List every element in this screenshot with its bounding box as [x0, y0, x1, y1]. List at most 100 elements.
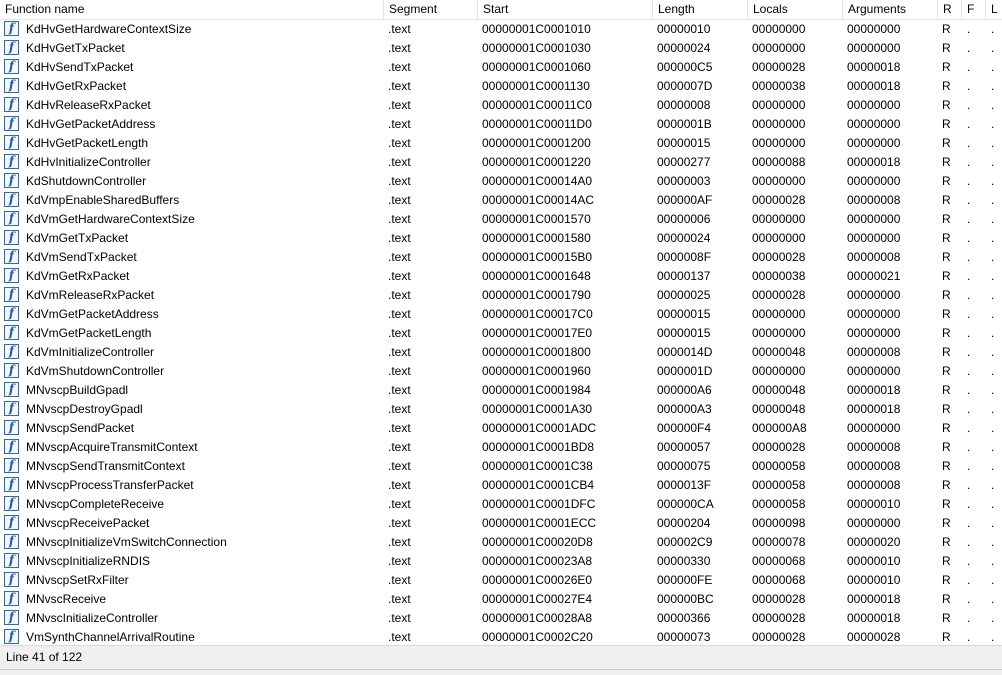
table-row[interactable]: f KdHvGetHardwareContextSize .text 00000001…	[0, 20, 1002, 39]
l-cell: .	[991, 22, 995, 36]
table-row[interactable]: f MNvscpSetRxFilter .text 00000001C00026E0 0…	[0, 571, 1002, 590]
function-list[interactable]: f KdHvGetHardwareContextSize .text 00000001…	[0, 20, 1002, 644]
table-row[interactable]: f KdVmpEnableSharedBuffers .text 00000001C0…	[0, 191, 1002, 210]
table-row[interactable]: f MNvscpSendPacket .text 00000001C0001ADC 00…	[0, 419, 1002, 438]
function-name-cell: MNvscpSendTransmitContext	[26, 459, 185, 473]
segment-cell: .text	[388, 345, 411, 359]
table-row[interactable]: f KdHvInitializeController .text 00000001C0…	[0, 153, 1002, 172]
start-cell: 00000001C0001C38	[482, 459, 593, 473]
arguments-cell: 00000008	[847, 440, 901, 454]
table-row[interactable]: f KdVmGetPacketAddress .text 00000001C00017…	[0, 305, 1002, 324]
r-cell: R	[942, 326, 951, 340]
header-r[interactable]: R	[938, 0, 962, 19]
table-row[interactable]: f MNvscpAcquireTransmitContext .text 000000…	[0, 438, 1002, 457]
table-row[interactable]: f MNvscpProcessTransferPacket .text 0000000…	[0, 476, 1002, 495]
f-cell: .	[967, 630, 971, 644]
table-row[interactable]: f KdVmGetTxPacket .text 00000001C0001580 000…	[0, 229, 1002, 248]
function-name-cell: KdHvGetRxPacket	[26, 79, 127, 93]
table-row[interactable]: f VmSynthChannelArrivalRoutine .text 000000…	[0, 628, 1002, 644]
locals-cell: 00000000	[752, 41, 806, 55]
table-row[interactable]: f MNvscpReceivePacket .text 00000001C0001EC…	[0, 514, 1002, 533]
arguments-cell: 00000008	[847, 250, 901, 264]
table-row[interactable]: f MNvscpInitializeRNDIS .text 00000001C0002…	[0, 552, 1002, 571]
table-row[interactable]: f MNvscpBuildGpadl .text 00000001C0001984 00…	[0, 381, 1002, 400]
r-cell: R	[942, 630, 951, 644]
segment-cell: .text	[388, 364, 411, 378]
table-row[interactable]: f KdVmReleaseRxPacket .text 00000001C000179…	[0, 286, 1002, 305]
function-name-cell: MNvscpInitializeRNDIS	[26, 554, 151, 568]
length-cell: 000000CA	[657, 497, 714, 511]
length-cell: 0000007D	[657, 79, 713, 93]
table-row[interactable]: f KdVmGetHardwareContextSize .text 00000001…	[0, 210, 1002, 229]
table-row[interactable]: f MNvscpCompleteReceive .text 00000001C0001…	[0, 495, 1002, 514]
length-cell: 00000277	[657, 155, 711, 169]
start-cell: 00000001C00014AC	[482, 193, 595, 207]
table-row[interactable]: f KdShutdownController .text 00000001C00014…	[0, 172, 1002, 191]
f-cell: .	[967, 288, 971, 302]
length-cell: 000002C9	[657, 535, 713, 549]
function-icon: f	[4, 173, 19, 188]
f-cell: .	[967, 383, 971, 397]
table-row[interactable]: f KdVmInitializeController .text 00000001C0…	[0, 343, 1002, 362]
length-cell: 0000001D	[657, 364, 713, 378]
header-segment[interactable]: Segment	[384, 0, 478, 19]
l-cell: .	[991, 269, 995, 283]
table-row[interactable]: f KdVmGetPacketLength .text 00000001C00017E…	[0, 324, 1002, 343]
start-cell: 00000001C0001BD8	[482, 440, 595, 454]
f-cell: .	[967, 307, 971, 321]
function-name-cell: KdHvReleaseRxPacket	[26, 98, 151, 112]
f-cell: .	[967, 98, 971, 112]
table-row[interactable]: f MNvscpDestroyGpadl .text 00000001C0001A30…	[0, 400, 1002, 419]
start-cell: 00000001C0001200	[482, 136, 591, 150]
function-name-cell: KdVmSendTxPacket	[26, 250, 137, 264]
f-cell: .	[967, 326, 971, 340]
header-f[interactable]: F	[962, 0, 986, 19]
f-cell: .	[967, 60, 971, 74]
function-icon: f	[4, 230, 19, 245]
table-row[interactable]: f KdHvReleaseRxPacket .text 00000001C00011C…	[0, 96, 1002, 115]
table-row[interactable]: f MNvscInitializeController .text 00000001C…	[0, 609, 1002, 628]
arguments-cell: 00000000	[847, 212, 901, 226]
table-row[interactable]: f KdHvGetRxPacket .text 00000001C0001130 000…	[0, 77, 1002, 96]
function-name-cell: MNvscpSetRxFilter	[26, 573, 129, 587]
start-cell: 00000001C0001ADC	[482, 421, 597, 435]
function-name-cell: KdVmGetRxPacket	[26, 269, 130, 283]
f-cell: .	[967, 554, 971, 568]
start-cell: 00000001C00017C0	[482, 307, 593, 321]
table-row[interactable]: f KdHvGetTxPacket .text 00000001C0001030 000…	[0, 39, 1002, 58]
table-row[interactable]: f KdHvGetPacketLength .text 00000001C000120…	[0, 134, 1002, 153]
locals-cell: 00000000	[752, 174, 806, 188]
f-cell: .	[967, 364, 971, 378]
locals-cell: 00000038	[752, 269, 806, 283]
table-row[interactable]: f KdHvGetPacketAddress .text 00000001C00011…	[0, 115, 1002, 134]
f-cell: .	[967, 592, 971, 606]
f-cell: .	[967, 79, 971, 93]
r-cell: R	[942, 478, 951, 492]
header-length[interactable]: Length	[653, 0, 748, 19]
locals-cell: 00000000	[752, 326, 806, 340]
arguments-cell: 00000000	[847, 117, 901, 131]
function-name-cell: MNvscpInitializeVmSwitchConnection	[26, 535, 227, 549]
function-name-cell: KdHvGetTxPacket	[26, 41, 125, 55]
locals-cell: 00000000	[752, 364, 806, 378]
length-cell: 00000057	[657, 440, 711, 454]
table-row[interactable]: f KdVmShutdownController .text 00000001C000…	[0, 362, 1002, 381]
table-row[interactable]: f MNvscReceive .text 00000001C00027E4 000000…	[0, 590, 1002, 609]
segment-cell: .text	[388, 288, 411, 302]
header-start[interactable]: Start	[478, 0, 653, 19]
header-l[interactable]: L	[986, 0, 1002, 19]
locals-cell: 00000028	[752, 630, 806, 644]
f-cell: .	[967, 459, 971, 473]
r-cell: R	[942, 307, 951, 321]
table-row[interactable]: f KdVmGetRxPacket .text 00000001C0001648 000…	[0, 267, 1002, 286]
table-row[interactable]: f KdVmSendTxPacket .text 00000001C00015B0 00…	[0, 248, 1002, 267]
header-locals[interactable]: Locals	[748, 0, 843, 19]
table-row[interactable]: f KdHvSendTxPacket .text 00000001C0001060 00…	[0, 58, 1002, 77]
table-row[interactable]: f MNvscpSendTransmitContext .text 00000001C…	[0, 457, 1002, 476]
header-arguments[interactable]: Arguments	[843, 0, 938, 19]
function-icon: f	[4, 192, 19, 207]
function-icon: f	[4, 629, 19, 644]
header-function-name[interactable]: Function name	[0, 0, 384, 19]
table-row[interactable]: f MNvscpInitializeVmSwitchConnection .text…	[0, 533, 1002, 552]
function-icon: f	[4, 116, 19, 131]
